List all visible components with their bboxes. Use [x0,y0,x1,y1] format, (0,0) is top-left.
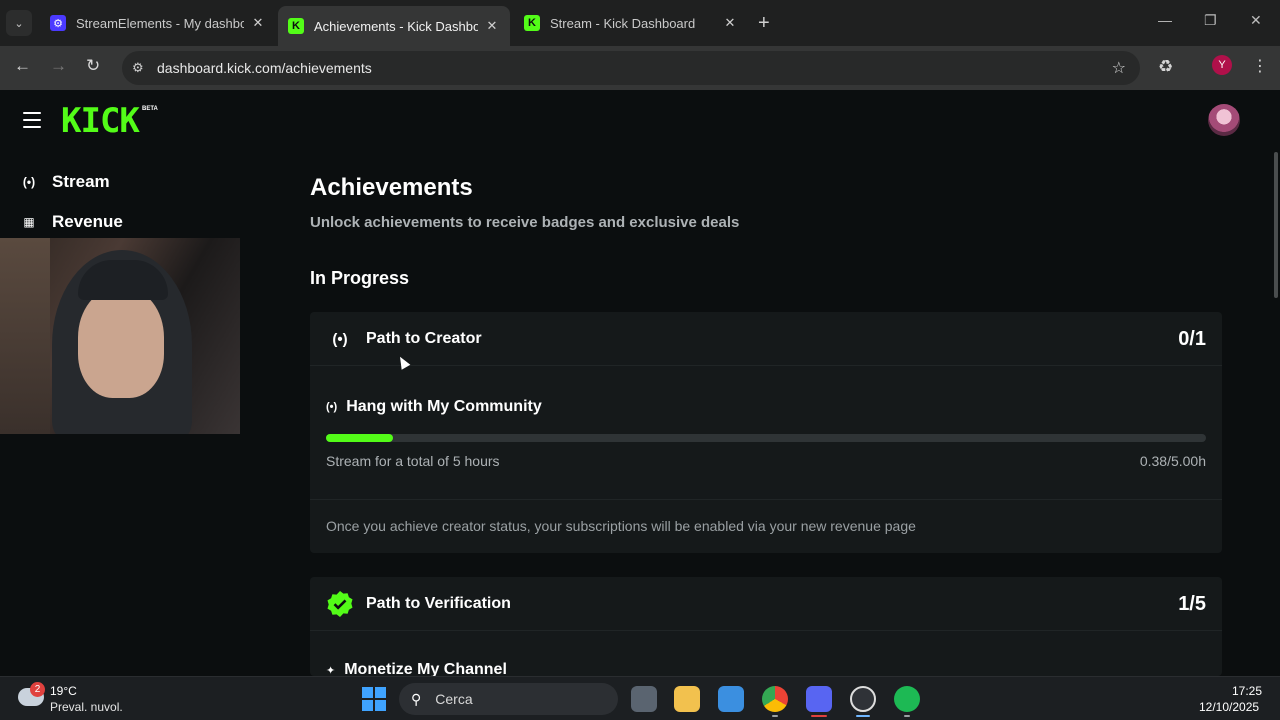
tab-search-button[interactable]: ⌄ [6,10,32,36]
sparkle-icon: ✦ [326,664,336,677]
url-text[interactable]: dashboard.kick.com/achievements [157,60,372,76]
sidebar-item-label: Revenue [52,212,123,231]
file-explorer-icon[interactable] [674,686,700,712]
hamburger-menu-icon[interactable] [23,112,41,128]
search-icon: ⚲ [411,690,422,707]
chart-icon: ▦ [23,215,35,229]
spotify-icon[interactable] [894,686,920,712]
progress-bar [326,434,1206,442]
minimize-icon[interactable]: — [1158,12,1172,28]
broadcast-icon: (•) [22,175,36,189]
kick-icon: K [288,18,304,34]
kick-logo[interactable]: KICK [61,104,140,138]
page-title: Achievements [310,174,473,201]
clock-date[interactable]: 12/10/2025 [1199,700,1259,714]
weather-description[interactable]: Preval. nuvol. [50,700,123,714]
broadcast-icon: (•) [326,401,338,413]
card-header[interactable]: (•) Path to Creator 0/1 [310,312,1222,366]
taskbar-search[interactable]: ⚲ Cerca [399,683,618,715]
webcam-overlay [0,238,240,434]
notification-badge: 2 [30,682,45,697]
card-title: Path to Creator [366,330,482,347]
user-avatar[interactable] [1208,104,1240,136]
sidebar-item-revenue[interactable]: ▦ Revenue [20,212,123,232]
back-icon[interactable]: ← [14,56,31,76]
task-title: (•) Hang with My Community [326,398,542,416]
task-title-text: Hang with My Community [346,398,542,415]
streamelements-icon: ⚙ [50,15,66,31]
tab-title: Stream - Kick Dashboard [550,15,696,31]
running-indicator [904,715,910,717]
achievement-card-creator: (•) Path to Creator 0/1 (•) Hang with My… [310,312,1222,553]
more-menu-icon[interactable]: ⋮ [1252,56,1268,76]
card-count: 0/1 [1178,328,1206,350]
site-settings-icon[interactable]: ⚙ [132,60,150,76]
windows-start-icon[interactable] [362,687,386,711]
search-placeholder: Cerca [435,691,473,707]
card-footer-text: Once you achieve creator status, your su… [326,518,916,534]
sidebar-item-label: Stream [52,172,110,191]
achievement-card-verification: Path to Verification 1/5 ✦ Monetize My C… [310,577,1222,678]
browser-tabstrip: ⌄ ⚙ StreamElements - My dashboard ✕ K Ac… [0,0,1280,46]
weather-temperature[interactable]: 19°C [50,684,77,698]
bookmark-star-icon[interactable]: ☆ [1112,58,1126,78]
sidebar-item-stream[interactable]: (•) Stream [20,172,110,192]
extensions-icon[interactable]: ♻ [1158,57,1173,77]
app-header [0,90,1280,150]
page-subtitle: Unlock achievements to receive badges an… [310,214,740,231]
tab-title: Achievements - Kick Dashboard [314,18,478,34]
tab-title: StreamElements - My dashboard [76,15,244,31]
new-tab-button[interactable]: + [758,12,770,35]
tab-achievements[interactable]: K Achievements - Kick Dashboard ✕ [278,6,510,46]
forward-icon[interactable]: → [50,56,67,76]
window-close-icon[interactable]: ✕ [1250,12,1262,29]
profile-avatar[interactable]: Y [1212,55,1232,75]
close-icon[interactable]: ✕ [722,15,738,31]
microsoft-store-icon[interactable] [718,686,744,712]
tab-streamelements[interactable]: ⚙ StreamElements - My dashboard ✕ [40,8,276,38]
address-bar[interactable]: ⚙ dashboard.kick.com/achievements ☆ [122,51,1140,85]
task-progress-value: 0.38/5.00h [1139,453,1206,469]
restore-icon[interactable]: ❐ [1204,12,1217,29]
running-indicator [856,715,870,717]
task-description: Stream for a total of 5 hours [326,453,500,469]
tab-stream[interactable]: K Stream - Kick Dashboard ✕ [514,8,748,38]
scrollbar[interactable] [1274,152,1278,298]
progress-fill [326,434,393,442]
card-header[interactable]: Path to Verification 1/5 [310,577,1222,631]
close-icon[interactable]: ✕ [484,18,500,34]
verified-badge-icon [327,591,353,617]
discord-icon[interactable] [806,686,832,712]
card-count: 1/5 [1178,593,1206,615]
card-footer: Once you achieve creator status, your su… [310,499,1222,553]
kick-icon: K [524,15,540,31]
reload-icon[interactable]: ↻ [86,56,100,76]
close-icon[interactable]: ✕ [250,15,266,31]
running-indicator [772,715,778,717]
chrome-icon[interactable] [762,686,788,712]
obs-icon[interactable] [850,686,876,712]
section-title: In Progress [310,268,410,288]
card-title: Path to Verification [366,595,511,612]
beta-badge: BETA [142,106,158,112]
broadcast-icon: (•) [332,330,348,348]
running-indicator [811,715,827,717]
clock-time[interactable]: 17:25 [1232,684,1262,698]
browser-toolbar: ← → ↻ ⚙ dashboard.kick.com/achievements … [0,46,1280,90]
task-view-icon[interactable] [631,686,657,712]
